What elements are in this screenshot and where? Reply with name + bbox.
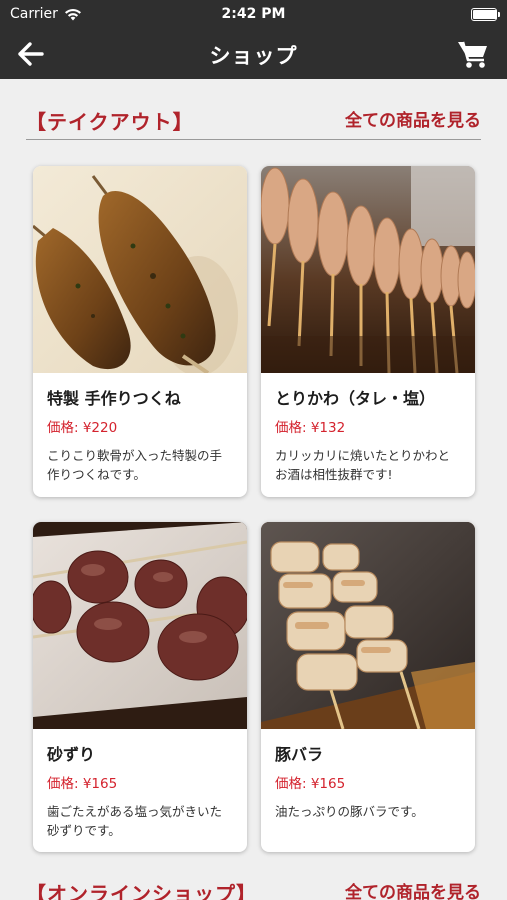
card-body: 特製 手作りつくね 価格: ¥220 こりこり軟骨が入った特製の手作りつくねです… <box>33 373 247 484</box>
online-section-title: 【オンラインショップ】 <box>26 882 257 900</box>
torikawa-photo <box>261 166 475 373</box>
takeout-see-all-link[interactable]: 全ての商品を見る <box>345 106 481 131</box>
product-card-sunazuri[interactable]: 砂ずり 価格: ¥165 歯ごたえがある塩っ気がきいた砂ずりです。 <box>33 522 247 852</box>
product-card-tsukune[interactable]: 特製 手作りつくね 価格: ¥220 こりこり軟骨が入った特製の手作りつくねです… <box>33 166 247 497</box>
online-see-all-link[interactable]: 全ての商品を見る <box>345 878 481 900</box>
product-description: 油たっぷりの豚バラです。 <box>275 804 424 819</box>
online-section-header: 【オンラインショップ】 全ての商品を見る <box>26 872 481 900</box>
product-price: 価格: ¥165 <box>47 776 118 792</box>
battery-fill <box>473 10 497 19</box>
product-name: とりかわ（タレ・塩） <box>275 389 436 408</box>
section-divider <box>26 139 481 140</box>
product-name: 砂ずり <box>47 745 96 764</box>
battery-icon <box>471 8 500 21</box>
butabara-photo <box>261 522 475 729</box>
shopping-cart-icon[interactable] <box>457 39 489 69</box>
page-title: ショップ <box>209 44 298 68</box>
sunazuri-photo <box>33 522 247 729</box>
product-card-butabara[interactable]: 豚バラ 価格: ¥165 油たっぷりの豚バラです。 <box>261 522 475 852</box>
product-description: こりこり軟骨が入った特製の手作りつくねです。 <box>47 448 223 482</box>
takeout-section-title: 【テイクアウト】 <box>26 110 194 134</box>
card-body: 砂ずり 価格: ¥165 歯ごたえがある塩っ気がきいた砂ずりです。 <box>33 729 247 840</box>
status-time: 2:42 PM <box>221 6 286 22</box>
product-price: 価格: ¥165 <box>275 776 346 792</box>
card-body: とりかわ（タレ・塩） 価格: ¥132 カリッカリに焼いたとりかわとお酒は相性抜… <box>261 373 475 484</box>
takeout-section-header: 【テイクアウト】 全ての商品を見る <box>26 100 481 140</box>
product-description: 歯ごたえがある塩っ気がきいた砂ずりです。 <box>47 804 223 838</box>
product-price: 価格: ¥132 <box>275 420 346 436</box>
product-name: 豚バラ <box>275 745 324 764</box>
product-name: 特製 手作りつくね <box>47 389 181 408</box>
navigation-bar: ショップ <box>0 28 507 79</box>
product-card-torikawa[interactable]: とりかわ（タレ・塩） 価格: ¥132 カリッカリに焼いたとりかわとお酒は相性抜… <box>261 166 475 497</box>
status-bar: Carrier 2:42 PM <box>0 0 507 28</box>
tsukune-photo <box>33 166 247 373</box>
product-price: 価格: ¥220 <box>47 420 118 436</box>
product-description: カリッカリに焼いたとりかわとお酒は相性抜群です! <box>275 448 451 482</box>
card-body: 豚バラ 価格: ¥165 油たっぷりの豚バラです。 <box>261 729 475 821</box>
